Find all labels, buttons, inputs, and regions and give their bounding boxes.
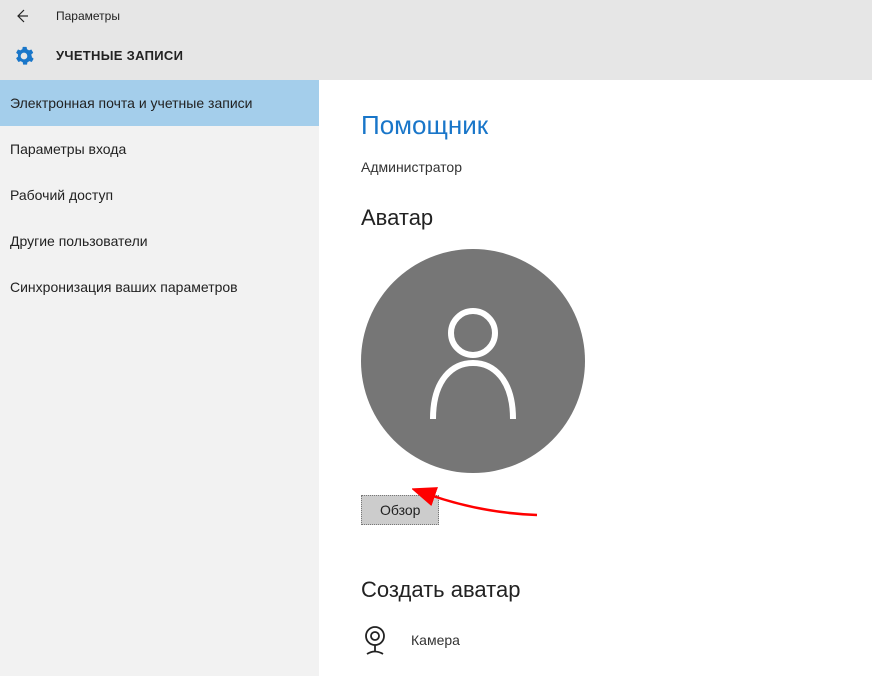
camera-option[interactable]: Камера bbox=[361, 625, 872, 655]
main-content: Помощник Администратор Аватар Обзор Созд… bbox=[319, 80, 872, 676]
person-icon bbox=[418, 301, 528, 421]
sidebar-item-other-users[interactable]: Другие пользователи bbox=[0, 218, 319, 264]
titlebar-title: Параметры bbox=[56, 9, 120, 23]
browse-button-label: Обзор bbox=[380, 502, 420, 518]
create-avatar-section-title: Создать аватар bbox=[361, 577, 872, 603]
page-title: УЧЕТНЫЕ ЗАПИСИ bbox=[56, 48, 183, 63]
sidebar-item-label: Синхронизация ваших параметров bbox=[10, 279, 238, 295]
user-name: Помощник bbox=[361, 110, 872, 141]
titlebar: Параметры bbox=[0, 0, 872, 32]
sidebar-item-signin-options[interactable]: Параметры входа bbox=[0, 126, 319, 172]
sidebar-item-sync-settings[interactable]: Синхронизация ваших параметров bbox=[0, 264, 319, 310]
sidebar-item-label: Другие пользователи bbox=[10, 233, 148, 249]
camera-label: Камера bbox=[411, 632, 460, 648]
header: УЧЕТНЫЕ ЗАПИСИ bbox=[0, 32, 872, 80]
arrow-left-icon bbox=[14, 8, 30, 24]
sidebar-item-label: Электронная почта и учетные записи bbox=[10, 95, 252, 111]
sidebar-item-label: Параметры входа bbox=[10, 141, 126, 157]
user-role: Администратор bbox=[361, 159, 872, 175]
avatar bbox=[361, 249, 585, 473]
back-button[interactable] bbox=[10, 4, 34, 28]
browse-button[interactable]: Обзор bbox=[361, 495, 439, 525]
gear-icon bbox=[14, 46, 34, 66]
sidebar: Электронная почта и учетные записи Парам… bbox=[0, 80, 319, 676]
sidebar-item-work-access[interactable]: Рабочий доступ bbox=[0, 172, 319, 218]
sidebar-item-label: Рабочий доступ bbox=[10, 187, 113, 203]
sidebar-item-email-accounts[interactable]: Электронная почта и учетные записи bbox=[0, 80, 319, 126]
camera-icon bbox=[361, 625, 389, 655]
avatar-section-title: Аватар bbox=[361, 205, 872, 231]
